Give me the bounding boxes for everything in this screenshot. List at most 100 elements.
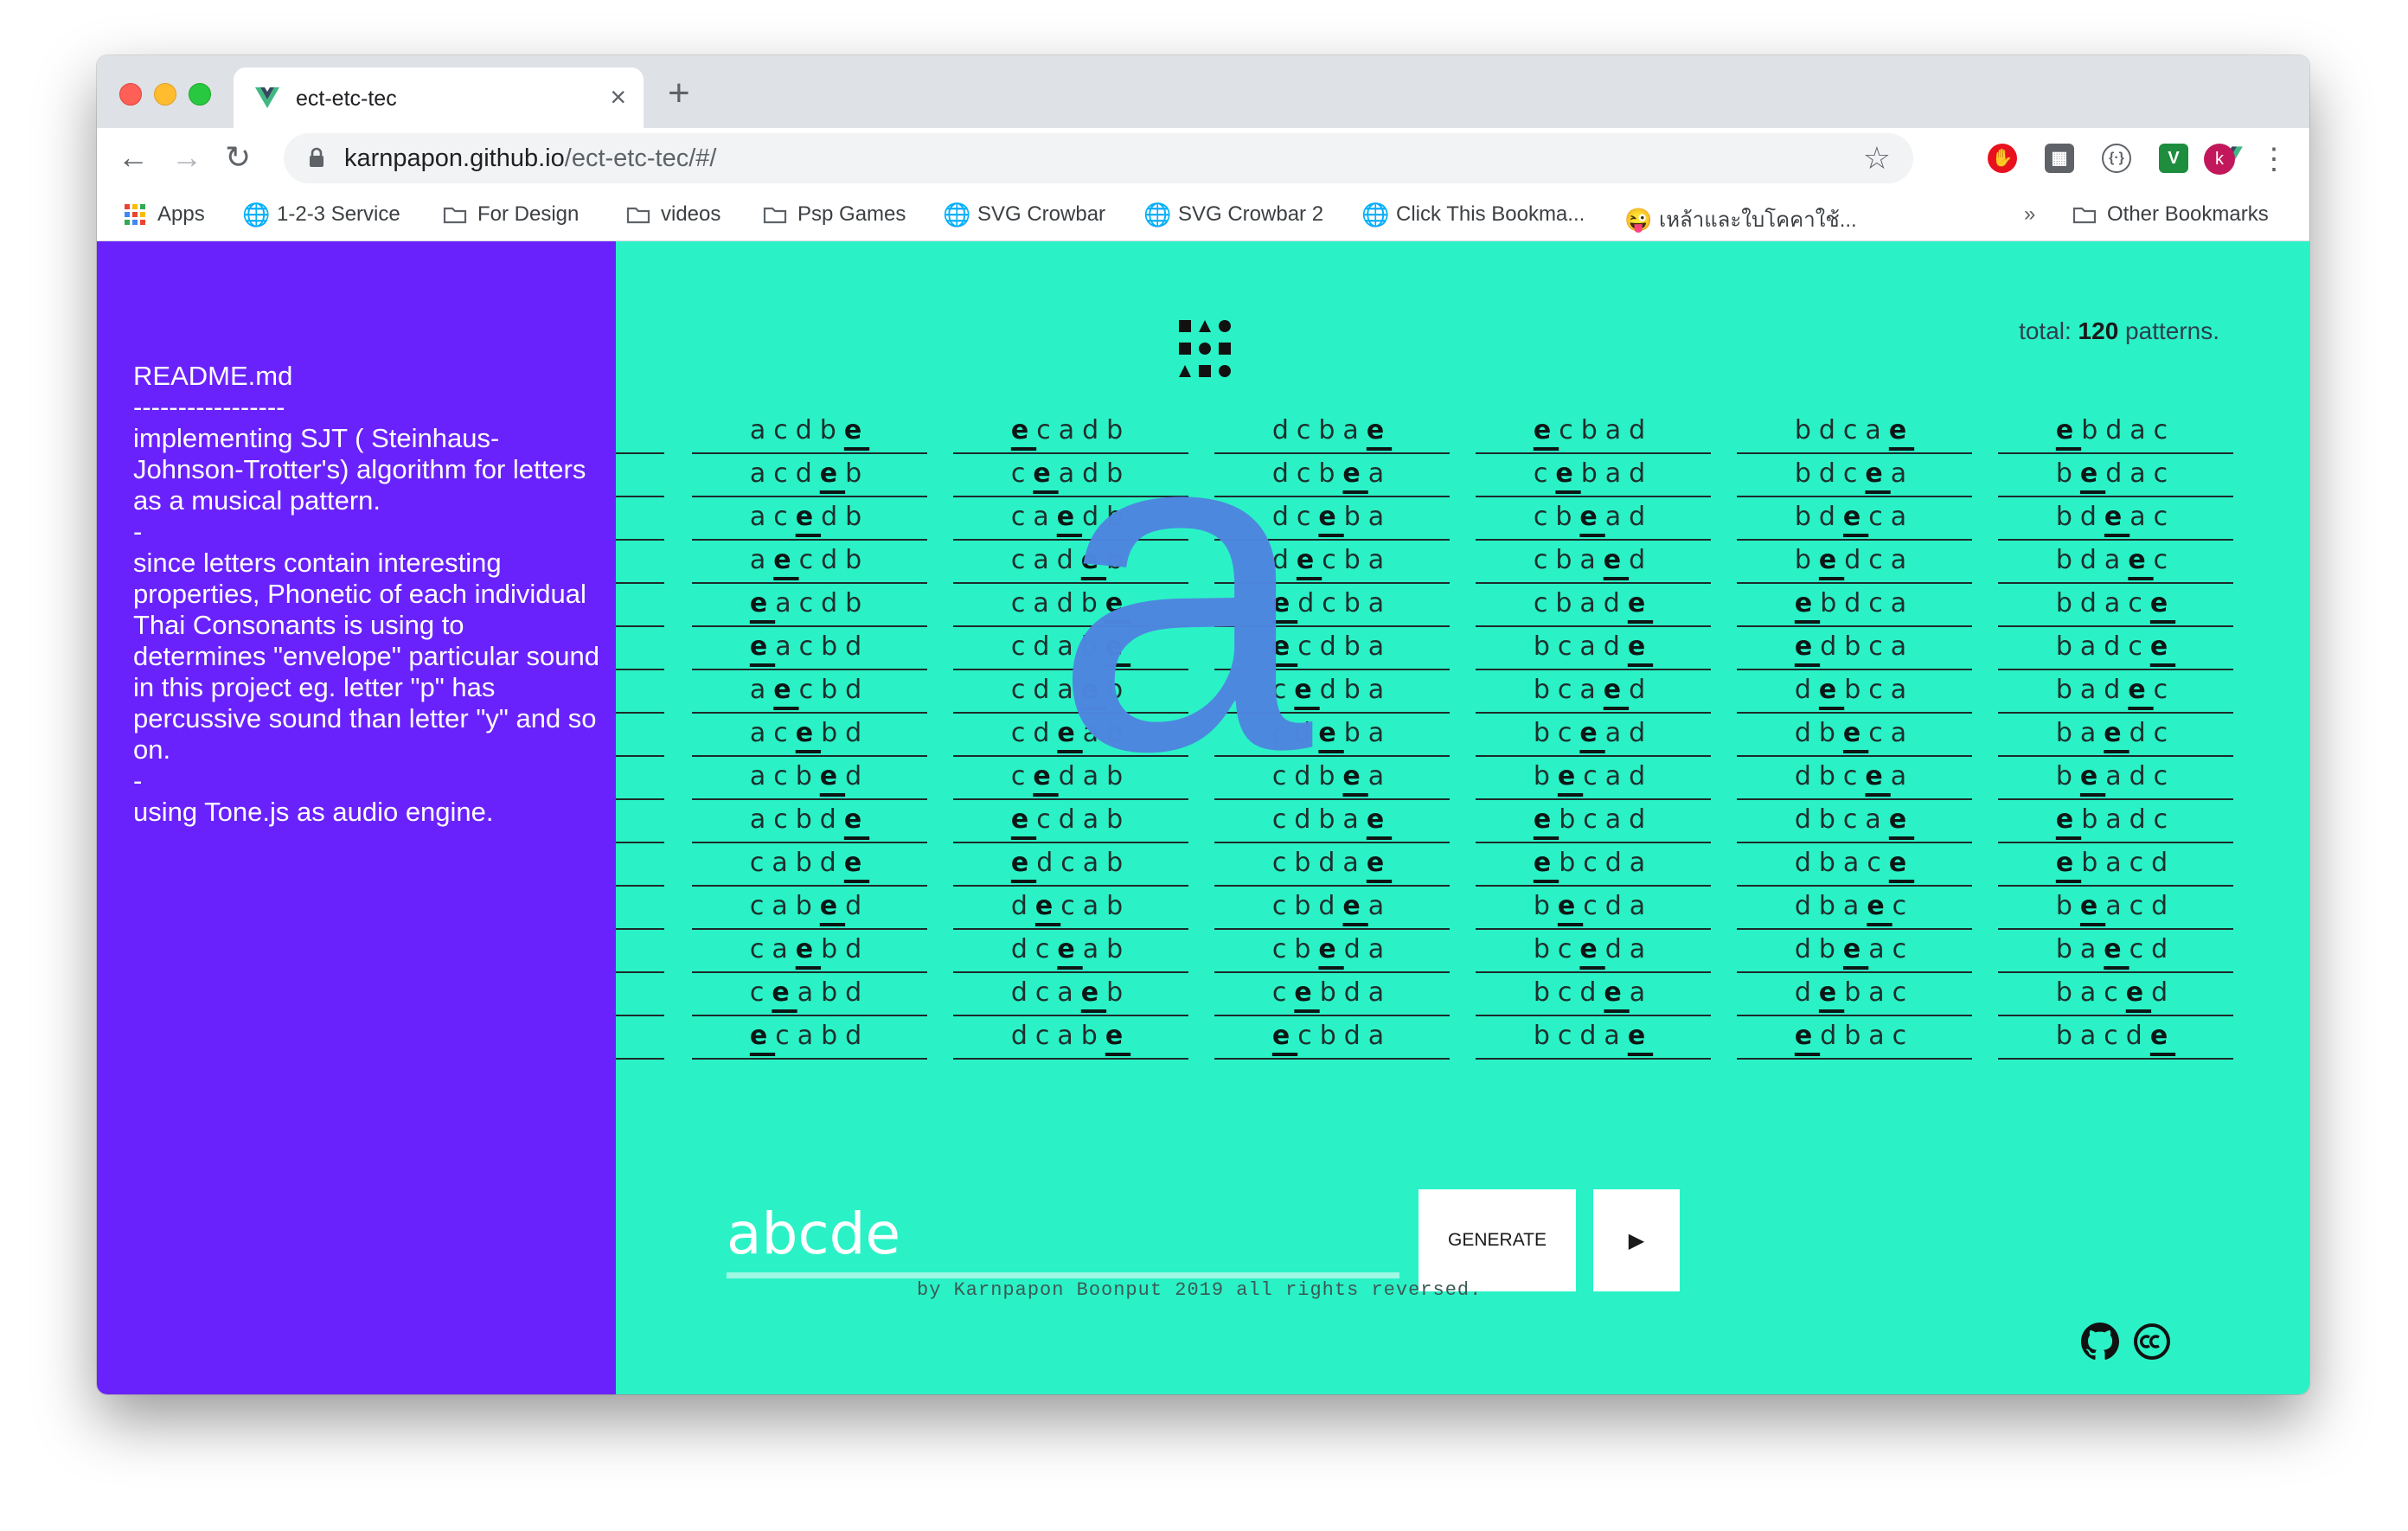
menu-kebab-icon[interactable]: ⋮: [2259, 142, 2289, 176]
pattern-cell[interactable]: cbaed: [1476, 541, 1711, 584]
github-icon[interactable]: [2081, 1323, 2119, 1361]
bookmark-click-this[interactable]: 🌐 Click This Bookma...: [1361, 202, 1585, 227]
pattern-cell[interactable]: bcaed: [1476, 670, 1711, 714]
pattern-cell[interactable]: ceabd: [692, 973, 927, 1016]
pattern-cell[interactable]: ebcad: [1476, 800, 1711, 843]
pattern-cell[interactable]: acebd: [692, 714, 927, 757]
pattern-cell[interactable]: dbeac: [1737, 930, 1972, 973]
address-bar[interactable]: karnpapon.github.io/ect-etc-tec/#/ ☆: [284, 133, 1913, 183]
pattern-cell[interactable]: bcdae: [1476, 1016, 1711, 1060]
pattern-cell[interactable]: eacbd: [692, 627, 927, 670]
pattern-cell[interactable]: eacdb: [692, 584, 927, 627]
pattern-cell[interactable]: bdeca: [1737, 497, 1972, 541]
letters-input[interactable]: [727, 1195, 1399, 1272]
forward-arrow-icon[interactable]: →: [171, 140, 202, 175]
pattern-cell[interactable]: cbeda: [1214, 930, 1450, 973]
pattern-cell[interactable]: dcaeb: [953, 973, 1188, 1016]
pattern-cell[interactable]: baecd: [1998, 930, 2233, 973]
pattern-cell[interactable]: cabde: [692, 843, 927, 887]
bookmark-svg-crowbar-2[interactable]: 🌐 SVG Crowbar 2: [1143, 202, 1323, 227]
profile-avatar[interactable]: k: [2204, 144, 2235, 175]
pattern-cell[interactable]: bdace: [1998, 584, 2233, 627]
pattern-cell[interactable]: ebadc: [1998, 800, 2233, 843]
bookmark-svg-crowbar[interactable]: 🌐 SVG Crowbar: [943, 202, 1105, 227]
pattern-cell[interactable]: bdaec: [1998, 541, 2233, 584]
pattern-cell[interactable]: acdeb: [692, 454, 927, 497]
pattern-cell[interactable]: ebdca: [1737, 584, 1972, 627]
pattern-cell[interactable]: bdeac: [1998, 497, 2233, 541]
pattern-cell[interactable]: cabed: [692, 887, 927, 930]
pattern-cell[interactable]: aecbd: [692, 670, 927, 714]
pattern-cell[interactable]: dbeca: [1737, 714, 1972, 757]
pattern-cell[interactable]: decab: [953, 887, 1188, 930]
v-extension-icon[interactable]: V: [2159, 144, 2188, 173]
pattern-cell[interactable]: dceab: [953, 930, 1188, 973]
maximize-window-button[interactable]: [189, 83, 211, 106]
pattern-cell[interactable]: beacd: [1998, 887, 2233, 930]
code-extension-icon[interactable]: {·}: [2102, 144, 2131, 173]
minimize-window-button[interactable]: [154, 83, 176, 106]
pattern-cell[interactable]: bdcae: [1737, 411, 1972, 454]
pattern-cell[interactable]: ecbda: [1214, 1016, 1450, 1060]
pattern-cell[interactable]: bedca: [1737, 541, 1972, 584]
pattern-cell[interactable]: beadc: [1998, 757, 2233, 800]
bookmarks-overflow-icon[interactable]: »: [2024, 202, 2035, 227]
pattern-cell[interactable]: dbcea: [1737, 757, 1972, 800]
pattern-cell[interactable]: acdbe: [692, 411, 927, 454]
pattern-cell[interactable]: bcdea: [1476, 973, 1711, 1016]
pattern-cell[interactable]: baedc: [1998, 714, 2233, 757]
bookmark-psp-games[interactable]: Psp Games: [763, 202, 906, 227]
pattern-cell[interactable]: dbaec: [1737, 887, 1972, 930]
bookmark-videos[interactable]: videos: [626, 202, 720, 227]
bookmark-1-2-3-service[interactable]: 🌐 1-2-3 Service: [242, 202, 400, 227]
pattern-cell[interactable]: cbdea: [1214, 887, 1450, 930]
adblock-extension-icon[interactable]: ✋: [1988, 144, 2017, 173]
pattern-cell[interactable]: dcabe: [953, 1016, 1188, 1060]
pattern-cell[interactable]: bcead: [1476, 714, 1711, 757]
pattern-cell[interactable]: becad: [1476, 757, 1711, 800]
pattern-cell[interactable]: edbac: [1737, 1016, 1972, 1060]
pattern-cell[interactable]: cbead: [1476, 497, 1711, 541]
pattern-cell[interactable]: debca: [1737, 670, 1972, 714]
pattern-cell[interactable]: ebdac: [1998, 411, 2233, 454]
pattern-cell[interactable]: bedac: [1998, 454, 2233, 497]
pattern-cell[interactable]: cbdae: [1214, 843, 1450, 887]
pattern-cell[interactable]: ebcda: [1476, 843, 1711, 887]
pattern-cell[interactable]: cebad: [1476, 454, 1711, 497]
pattern-cell[interactable]: ebacd: [1998, 843, 2233, 887]
new-tab-icon[interactable]: +: [668, 73, 690, 114]
grid-extension-icon[interactable]: ▦: [2045, 144, 2074, 173]
pattern-cell[interactable]: bceda: [1476, 930, 1711, 973]
pattern-cell[interactable]: baced: [1998, 973, 2233, 1016]
back-arrow-icon[interactable]: ←: [118, 140, 149, 175]
pattern-cell[interactable]: dbace: [1737, 843, 1972, 887]
generate-button[interactable]: GENERATE: [1419, 1189, 1576, 1291]
pattern-cell[interactable]: debac: [1737, 973, 1972, 1016]
pattern-cell[interactable]: cebda: [1214, 973, 1450, 1016]
pattern-cell[interactable]: edbca: [1737, 627, 1972, 670]
tab-close-icon[interactable]: ×: [610, 81, 626, 112]
bookmark-apps[interactable]: Apps: [123, 202, 205, 227]
creative-commons-icon[interactable]: [2133, 1323, 2171, 1361]
pattern-cell[interactable]: ecbad: [1476, 411, 1711, 454]
pattern-cell[interactable]: cbade: [1476, 584, 1711, 627]
other-bookmarks[interactable]: Other Bookmarks: [2072, 202, 2269, 227]
pattern-cell[interactable]: acbde: [692, 800, 927, 843]
pattern-cell[interactable]: badce: [1998, 627, 2233, 670]
bookmark-star-icon[interactable]: ☆: [1863, 140, 1891, 176]
pattern-cell[interactable]: ecabd: [692, 1016, 927, 1060]
bookmark-thai[interactable]: 😜 เหล้าและใบโคคาใช้...: [1624, 202, 1857, 236]
pattern-cell[interactable]: caebd: [692, 930, 927, 973]
pattern-cell[interactable]: becda: [1476, 887, 1711, 930]
bookmark-for-design[interactable]: For Design: [443, 202, 579, 227]
pattern-cell[interactable]: bdcea: [1737, 454, 1972, 497]
pattern-cell[interactable]: bacde: [1998, 1016, 2233, 1060]
pattern-cell[interactable]: bcade: [1476, 627, 1711, 670]
reload-icon[interactable]: ↻: [225, 140, 251, 175]
pattern-cell[interactable]: acbed: [692, 757, 927, 800]
browser-tab[interactable]: ect-etc-tec ×: [234, 67, 644, 128]
pattern-cell[interactable]: badec: [1998, 670, 2233, 714]
close-window-button[interactable]: [119, 83, 142, 106]
play-button[interactable]: ▶: [1593, 1189, 1680, 1291]
pattern-cell[interactable]: edcab: [953, 843, 1188, 887]
